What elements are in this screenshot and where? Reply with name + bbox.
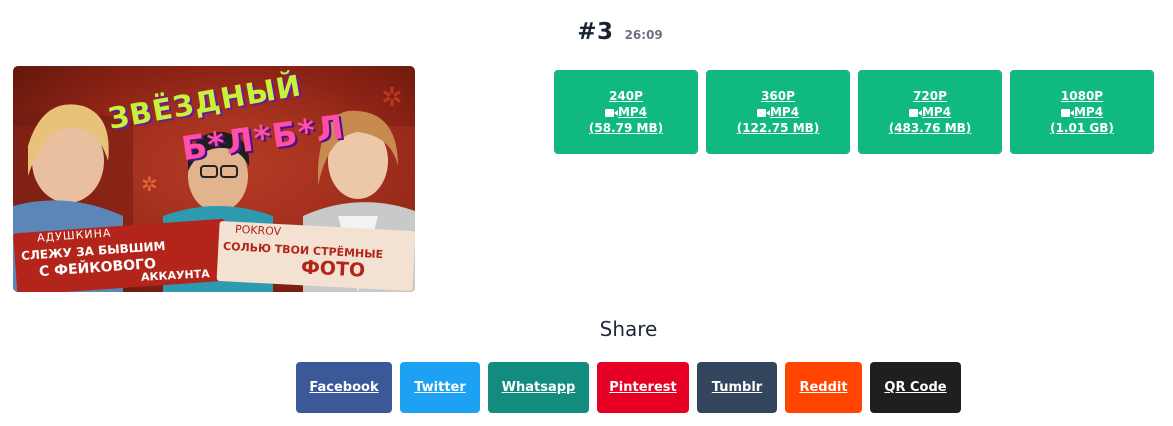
download-size: (122.75 MB) [736,121,820,135]
guest2-caption-line2: ФОТО [300,256,366,282]
share-tumblr-button[interactable]: Tumblr [697,362,777,413]
video-title: #3 [577,19,614,45]
download-1080p-button[interactable]: 1080P MP4 (1.01 GB) [1010,70,1154,154]
download-quality: 1080P [1060,89,1104,103]
share-facebook-button[interactable]: Facebook [296,362,392,413]
download-format: MP4 [1073,105,1104,119]
video-title-row: #3 26:09 [0,19,1173,45]
download-360p-button[interactable]: 360P MP4 (122.75 MB) [706,70,850,154]
share-qr-code-button[interactable]: QR Code [870,362,961,413]
video-camera-icon [604,109,618,117]
video-camera-icon [1060,109,1074,117]
download-720p-button[interactable]: 720P MP4 (483.76 MB) [858,70,1002,154]
svg-text:✲: ✲ [381,83,403,113]
share-pinterest-button[interactable]: Pinterest [597,362,689,413]
download-format: MP4 [921,105,952,119]
download-240p-button[interactable]: 240P MP4 (58.79 MB) [554,70,698,154]
guest2-name: POKROV [234,222,282,239]
download-format: MP4 [769,105,800,119]
video-duration: 26:09 [624,28,663,42]
download-size: (1.01 GB) [1050,121,1114,135]
video-thumbnail[interactable]: ✲ ✲ ЗВЁЗДНЫЙ Б*Л*Б*Л АДУШКИНА СЛЕЖУ ЗА Б… [13,66,415,292]
download-size: (483.76 MB) [888,121,972,135]
download-quality: 240P [609,89,643,103]
svg-text:✲: ✲ [141,172,158,196]
download-quality: 720P [913,89,947,103]
share-twitter-button[interactable]: Twitter [400,362,480,413]
share-heading: Share [599,317,658,341]
download-size: (58.79 MB) [588,121,664,135]
share-whatsapp-button[interactable]: Whatsapp [488,362,589,413]
download-quality: 360P [761,89,795,103]
share-reddit-button[interactable]: Reddit [785,362,862,413]
download-format: MP4 [617,105,648,119]
video-camera-icon [756,109,770,117]
video-camera-icon [908,109,922,117]
